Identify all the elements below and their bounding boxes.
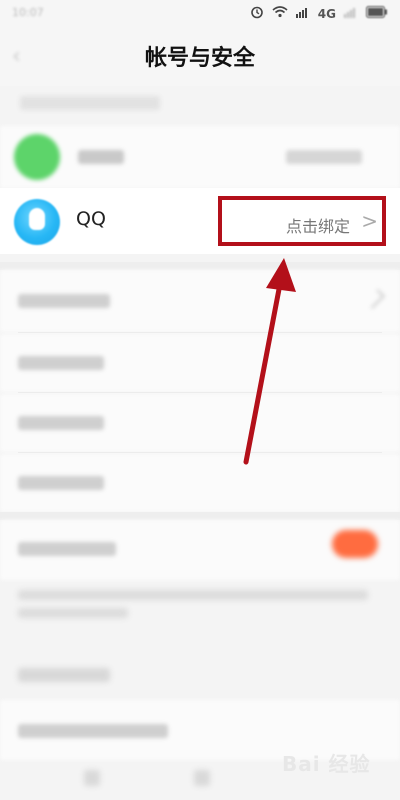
nav-icon-2 (194, 770, 210, 786)
wechat-label-blurred (78, 150, 124, 164)
row-1-label-blurred (18, 294, 110, 308)
qq-penguin-shape (29, 208, 45, 230)
toggle-row-label-blurred (18, 542, 116, 556)
status-bar: 10:07 4G (0, 0, 400, 28)
chevron-right-icon-row1 (365, 289, 385, 309)
status-icons: 4G (250, 5, 388, 22)
page-title: 帐号与安全 (144, 46, 255, 71)
spacer (0, 262, 400, 270)
signal-icon (295, 6, 310, 21)
wechat-icon (14, 134, 60, 180)
settings-row-4-blurred[interactable] (0, 454, 400, 512)
row-5-label-blurred (18, 724, 168, 738)
qq-bind-text: 点击绑定 (286, 217, 351, 236)
row-4-label-blurred (18, 476, 104, 490)
desc-line-1 (18, 590, 368, 600)
row-3-label-blurred (18, 416, 104, 430)
spacer (0, 512, 400, 520)
divider (18, 452, 382, 453)
qq-label: QQ (76, 208, 106, 230)
account-security-screen: { "statusbar": { "time": "10:07", "netwo… (0, 0, 400, 800)
wechat-bind-blurred (286, 150, 362, 164)
app-header: ‹ 帐号与安全 (0, 28, 400, 86)
wechat-row-blurred[interactable] (0, 126, 400, 188)
baidu-watermark: Bai 经验 (282, 752, 371, 776)
section-label-blurred (20, 96, 160, 110)
description-blurred (18, 590, 368, 622)
settings-row-1-blurred[interactable] (0, 270, 400, 332)
qq-icon (14, 199, 60, 245)
settings-row-2-blurred[interactable] (0, 334, 400, 392)
network-type: 4G (317, 6, 336, 21)
wifi-icon (272, 6, 288, 21)
toggle-switch[interactable] (332, 530, 378, 558)
settings-row-3-blurred[interactable] (0, 394, 400, 452)
battery-icon (366, 6, 388, 21)
divider (18, 332, 382, 333)
qq-bind-button-highlight[interactable]: 点击绑定 > (218, 196, 386, 246)
chevron-right-icon: > (361, 209, 378, 233)
signal-icon-2 (344, 6, 358, 21)
alarm-icon (250, 5, 264, 22)
section-label-2-blurred (18, 668, 110, 682)
desc-line-2 (18, 608, 128, 618)
status-time: 10:07 (12, 6, 44, 19)
nav-icon-1 (84, 770, 100, 786)
divider (18, 392, 382, 393)
row-2-label-blurred (18, 356, 104, 370)
